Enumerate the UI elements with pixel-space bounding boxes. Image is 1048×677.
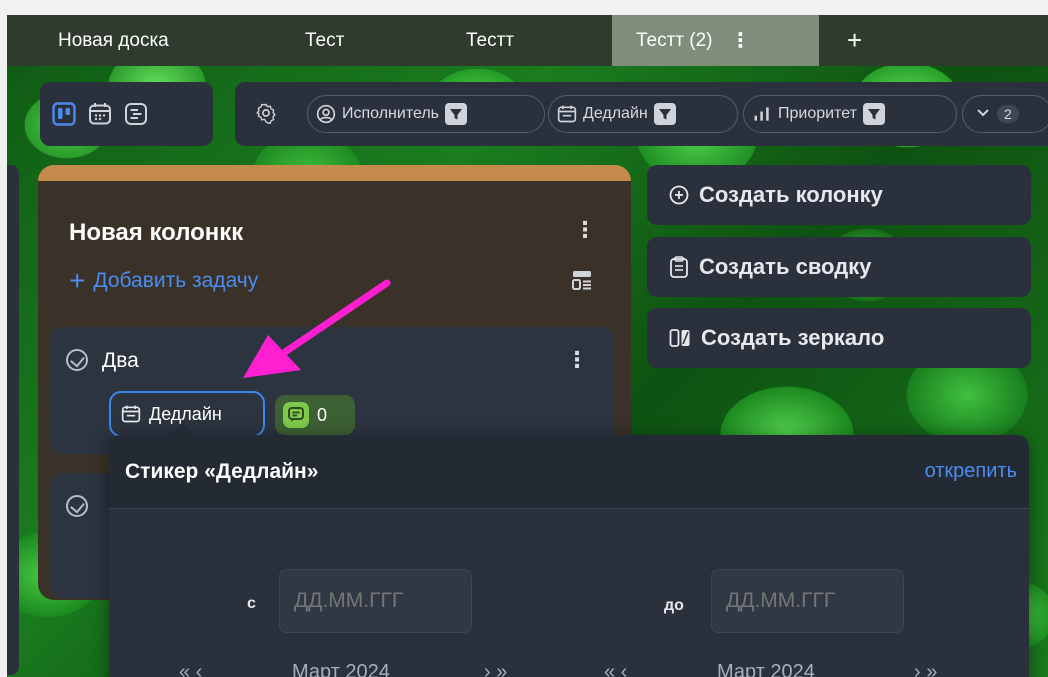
unpin-link[interactable]: открепить (925, 460, 1017, 483)
calendar-next-button[interactable]: › » (484, 661, 507, 677)
task-menu-icon[interactable]: ⋮ (566, 347, 588, 373)
calendar-prev-button[interactable]: « ‹ (604, 661, 627, 677)
filter-funnel-icon[interactable] (862, 103, 885, 125)
date-range-picker: с до « ‹ Март 2024 › » « ‹ Март 2024 › » (109, 509, 1029, 677)
tab-new-board[interactable]: Новая доска (58, 15, 169, 66)
more-filters-button[interactable]: 2 (962, 95, 1048, 133)
more-filters-count: 2 (997, 105, 1019, 123)
deadline-filter[interactable]: Дедлайн (548, 95, 738, 133)
date-from-input[interactable] (279, 569, 472, 633)
plus-circle-icon (669, 185, 689, 205)
app-window: Новая доска Тест Тестт Тестт (2) ⋮ + Исп… (7, 15, 1048, 677)
calendar-month-label: Март 2024 (292, 661, 390, 677)
complete-check-icon[interactable] (66, 349, 88, 371)
create-summary-button[interactable]: Создать сводку (647, 237, 1031, 297)
priority-bars-icon (754, 107, 769, 121)
from-label: с (247, 595, 256, 612)
popup-header: Стикер «Дедлайн» открепить (109, 435, 1029, 509)
assignee-filter-label: Исполнитель (342, 105, 440, 122)
assignee-filter[interactable]: Исполнитель (307, 95, 545, 133)
board-tabs-bar: Новая доска Тест Тестт Тестт (2) ⋮ + (7, 15, 1048, 66)
column-title[interactable]: Новая колонкк (69, 219, 243, 247)
create-summary-label: Создать сводку (699, 254, 872, 279)
comment-icon (283, 402, 309, 428)
comments-sticker[interactable]: 0 (275, 395, 355, 435)
tab-testt-2[interactable]: Тестт (2) ⋮ (612, 15, 819, 66)
tab-test[interactable]: Тест (305, 15, 344, 66)
priority-filter-label: Приоритет (778, 105, 857, 122)
chevron-down-icon (975, 104, 991, 125)
list-view-icon[interactable] (124, 102, 148, 126)
clipboard-icon (670, 256, 688, 278)
comments-count: 0 (317, 404, 328, 425)
deadline-filter-label: Дедлайн (583, 105, 648, 122)
board-view-icon[interactable] (52, 102, 76, 126)
deadline-sticker-popup: Стикер «Дедлайн» открепить с до « ‹ Март… (109, 422, 1029, 677)
user-icon (316, 104, 336, 124)
complete-check-icon[interactable] (66, 495, 88, 517)
calendar-prev-button[interactable]: « ‹ (179, 661, 202, 677)
deadline-sticker-label: Дедлайн (149, 403, 222, 424)
plus-icon: + (69, 265, 86, 296)
filter-funnel-icon[interactable] (653, 103, 676, 125)
create-mirror-label: Создать зеркало (701, 325, 885, 350)
calendar-next-button[interactable]: › » (914, 661, 937, 677)
add-task-button[interactable]: + Добавить задачу (69, 265, 259, 296)
create-column-button[interactable]: Создать колонку (647, 165, 1031, 225)
column-menu-icon[interactable]: ⋮ (574, 217, 596, 243)
gear-icon[interactable] (255, 102, 277, 129)
calendar-view-icon[interactable] (88, 102, 112, 126)
create-mirror-button[interactable]: Создать зеркало (647, 308, 1031, 368)
mirror-icon (669, 329, 690, 347)
calendar-icon (557, 105, 577, 123)
filter-funnel-icon[interactable] (445, 103, 468, 125)
tab-menu-icon[interactable]: ⋮ (731, 28, 751, 53)
previous-column-edge (7, 165, 19, 675)
tab-label: Тестт (2) (636, 29, 713, 51)
to-label: до (664, 597, 684, 614)
view-switcher (40, 82, 213, 146)
calendar-icon (121, 405, 141, 423)
create-column-label: Создать колонку (699, 182, 883, 207)
popup-title: Стикер «Дедлайн» (125, 459, 319, 483)
card-layout-icon[interactable] (571, 269, 593, 296)
calendar-month-label: Март 2024 (717, 661, 815, 677)
date-to-input[interactable] (711, 569, 904, 633)
add-tab-button[interactable]: + (847, 15, 862, 66)
add-task-label: Добавить задачу (93, 269, 259, 292)
filter-toolbar: Исполнитель Дедлайн Приоритет 2 (235, 82, 1048, 146)
tab-testt[interactable]: Тестт (466, 15, 514, 66)
priority-filter[interactable]: Приоритет (743, 95, 957, 133)
task-title: Два (102, 349, 139, 372)
